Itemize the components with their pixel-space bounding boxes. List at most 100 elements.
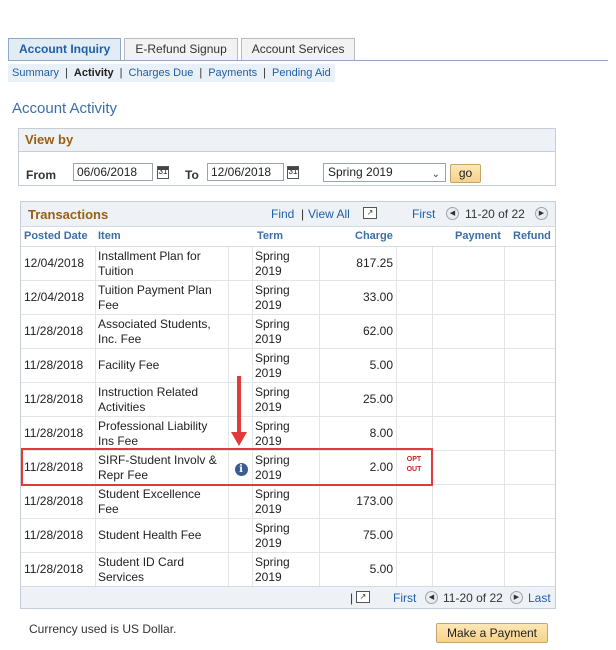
term-cell: Spring 2019 (255, 281, 317, 314)
table-row: 12/04/2018 Installment Plan for Tuition Spr… (21, 247, 555, 281)
next-icon[interactable]: ▶ (510, 591, 523, 604)
column-header-row: Posted Date Item Term Charge Payment Ref… (21, 228, 555, 247)
term-line-1: Spring (255, 554, 290, 569)
grid-footer: | ↗ First ◀ 11-20 of 22 ▶ Last (21, 586, 555, 608)
item-cell: Student ID Card Services (98, 553, 226, 586)
posted-date-cell: 11/28/2018 (24, 494, 84, 508)
subnav-payments[interactable]: Payments (208, 67, 257, 79)
footer-last-link[interactable]: Last (528, 591, 551, 605)
table-row: 11/28/2018 Instruction Related Activities S… (21, 383, 555, 417)
tab-divider (8, 60, 608, 61)
term-line-2: 2019 (255, 263, 282, 278)
item-cell: Professional Liability Ins Fee (98, 417, 226, 450)
term-cell: Spring 2019 (255, 417, 317, 450)
charge-cell: 5.00 (369, 358, 393, 372)
term-cell: Spring 2019 (255, 315, 317, 348)
chevron-down-icon: ⌄ (431, 169, 440, 180)
term-cell: Spring 2019 (255, 553, 317, 586)
calendar-icon[interactable]: 31 (287, 166, 299, 179)
grid-footer-separator: | (350, 591, 354, 605)
grid-nav-separator: | (301, 207, 305, 221)
table-row: 11/28/2018 Facility Fee Spring 2019 5.00 (21, 349, 555, 383)
tab-account-services[interactable]: Account Services (240, 38, 356, 61)
column-refund[interactable]: Refund (513, 230, 551, 242)
tab-bar: Account Inquiry E-Refund Signup Account … (8, 38, 358, 61)
term-cell: Spring 2019 (255, 383, 317, 416)
item-cell: Associated Students, Inc. Fee (98, 315, 226, 348)
next-icon[interactable]: ▶ (535, 207, 548, 220)
posted-date-cell: 11/28/2018 (24, 392, 84, 406)
find-link[interactable]: Find (271, 207, 294, 221)
from-label: From (26, 168, 56, 182)
view-by-panel: View by From 06/06/2018 31 To 12/06/2018… (18, 128, 556, 186)
tab-account-inquiry[interactable]: Account Inquiry (8, 38, 122, 61)
column-posted-date[interactable]: Posted Date (24, 230, 88, 242)
column-item[interactable]: Item (98, 230, 121, 242)
popout-icon[interactable]: ↗ (356, 591, 370, 603)
item-cell: Student Excellence Fee (98, 485, 226, 518)
column-payment[interactable]: Payment (455, 230, 501, 242)
page-title: Account Activity (12, 100, 118, 117)
popout-icon[interactable]: ↗ (363, 207, 377, 219)
posted-date-cell: 12/04/2018 (24, 256, 85, 270)
charge-cell: 75.00 (362, 528, 393, 542)
subnav-pending-aid[interactable]: Pending Aid (272, 67, 331, 79)
table-row: 12/04/2018 Tuition Payment Plan Fee Spring 2… (21, 281, 555, 315)
term-select[interactable]: Spring 2019 ⌄ (323, 163, 446, 182)
calendar-icon[interactable]: 31 (157, 166, 169, 179)
previous-icon[interactable]: ◀ (425, 591, 438, 604)
term-cell: Spring 2019 (255, 349, 317, 382)
to-date-input[interactable]: 12/06/2018 (207, 163, 284, 181)
posted-date-cell: 11/28/2018 (24, 528, 84, 542)
table-row: 11/28/2018 Professional Liability Ins Fee S… (21, 417, 555, 451)
item-line-2: Inc. Fee (98, 331, 142, 346)
term-select-value: Spring 2019 (328, 165, 393, 179)
term-line-1: Spring (255, 486, 290, 501)
annotation-arrow-shaft (237, 376, 241, 434)
tab-e-refund-signup[interactable]: E-Refund Signup (124, 38, 238, 61)
posted-date-cell: 11/28/2018 (24, 324, 84, 338)
item-line-2: Tuition (98, 263, 134, 278)
item-line-2: Ins Fee (98, 433, 139, 448)
term-line-1: Spring (255, 384, 290, 399)
first-link[interactable]: First (412, 207, 435, 221)
subnav-activity[interactable]: Activity (74, 67, 114, 79)
term-line-2: 2019 (255, 535, 282, 550)
term-line-2: 2019 (255, 501, 282, 516)
table-row: 11/28/2018 Student Health Fee Spring 2019 75… (21, 519, 555, 553)
go-button[interactable]: go (450, 164, 481, 183)
subnav-charges-due[interactable]: Charges Due (129, 67, 194, 79)
item-line-2: Activities (98, 399, 146, 414)
term-line-1: Spring (255, 282, 290, 297)
term-line-1: Spring (255, 350, 290, 365)
transactions-grid: Transactions Find | View All ↗ First ◀ 1… (20, 201, 556, 609)
from-date-input[interactable]: 06/06/2018 (73, 163, 153, 181)
column-term[interactable]: Term (257, 230, 283, 242)
item-line-2: Fee (98, 297, 119, 312)
item-line-1: Installment Plan for (98, 248, 201, 263)
term-line-1: Spring (255, 520, 290, 535)
footer-first-link[interactable]: First (393, 591, 416, 605)
view-by-header: View by (19, 129, 555, 152)
item-cell: Tuition Payment Plan Fee (98, 281, 226, 314)
item-line-1: Associated Students, (98, 316, 211, 331)
charge-cell: 25.00 (362, 392, 393, 406)
subnav-separator: | (65, 67, 68, 79)
item-line-1: Student Excellence (98, 486, 201, 501)
item-cell: Installment Plan for Tuition (98, 247, 226, 280)
item-line-1: Facility Fee (98, 358, 160, 372)
column-charge[interactable]: Charge (355, 230, 393, 242)
posted-date-cell: 11/28/2018 (24, 562, 84, 576)
footer-row-range: 11-20 of 22 (443, 591, 503, 605)
make-payment-button[interactable]: Make a Payment (436, 623, 548, 643)
annotation-arrow-head (231, 432, 247, 446)
previous-icon[interactable]: ◀ (446, 207, 459, 220)
view-all-link[interactable]: View All (308, 207, 350, 221)
term-line-2: 2019 (255, 569, 282, 584)
subnav-separator: | (119, 67, 123, 79)
term-line-2: 2019 (255, 399, 282, 414)
subnav-summary[interactable]: Summary (12, 67, 59, 79)
item-line-2: Services (98, 569, 145, 584)
charge-cell: 62.00 (362, 324, 393, 338)
grid-header: Transactions Find | View All ↗ First ◀ 1… (21, 202, 555, 227)
